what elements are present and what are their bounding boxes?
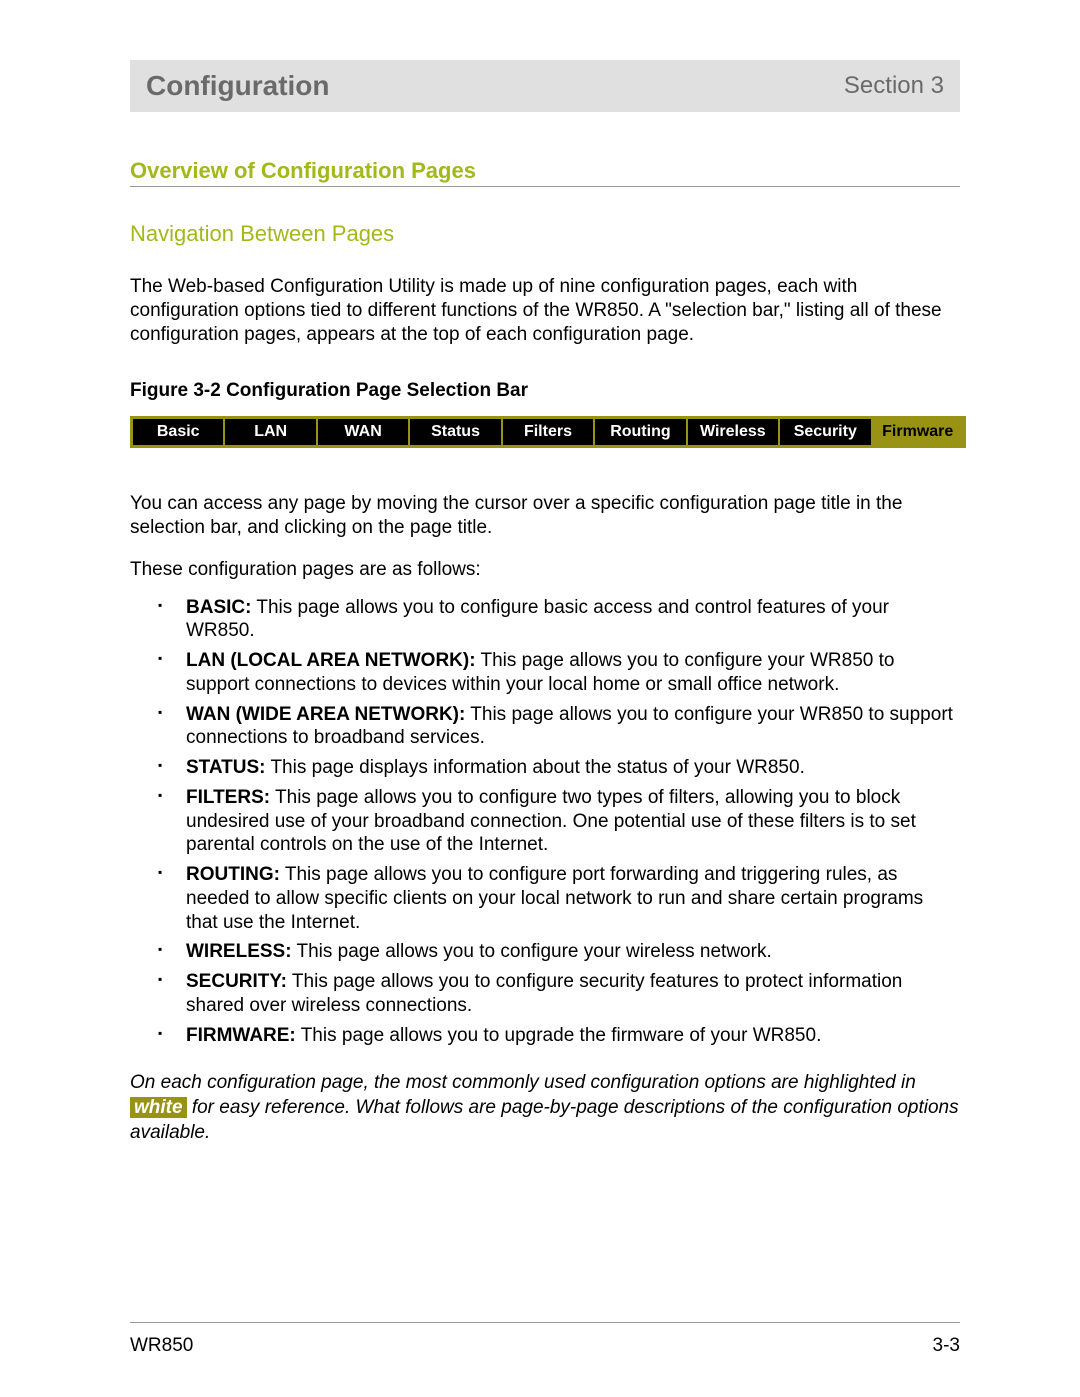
list-term: FIRMWARE: bbox=[186, 1025, 296, 1046]
list-item: SECURITY: This page allows you to config… bbox=[158, 970, 960, 1018]
access-paragraph: You can access any page by moving the cu… bbox=[130, 492, 960, 540]
footer-left: WR850 bbox=[130, 1335, 193, 1357]
italic-note: On each configuration page, the most com… bbox=[130, 1071, 960, 1145]
list-term: SECURITY: bbox=[186, 971, 287, 992]
list-desc: This page allows you to configure port f… bbox=[186, 864, 923, 933]
tab-basic[interactable]: Basic bbox=[133, 419, 225, 445]
white-highlight: white bbox=[130, 1097, 187, 1118]
header-section: Section 3 bbox=[844, 72, 944, 100]
config-list: BASIC: This page allows you to configure… bbox=[130, 596, 960, 1048]
list-item: FIRMWARE: This page allows you to upgrad… bbox=[158, 1024, 960, 1048]
tab-lan[interactable]: LAN bbox=[225, 419, 317, 445]
tab-firmware[interactable]: Firmware bbox=[873, 419, 963, 445]
list-item: STATUS: This page displays information a… bbox=[158, 756, 960, 780]
list-term: ROUTING: bbox=[186, 864, 280, 885]
tab-wan[interactable]: WAN bbox=[318, 419, 410, 445]
list-term: WAN (WIDE AREA NETWORK): bbox=[186, 704, 465, 725]
follows-paragraph: These configuration pages are as follows… bbox=[130, 558, 960, 582]
footer-rule bbox=[130, 1322, 960, 1323]
list-item: WAN (WIDE AREA NETWORK): This page allow… bbox=[158, 703, 960, 751]
list-desc: This page allows you to upgrade the firm… bbox=[296, 1025, 822, 1046]
tab-filters[interactable]: Filters bbox=[503, 419, 595, 445]
list-desc: This page allows you to configure your w… bbox=[292, 941, 772, 962]
list-term: WIRELESS: bbox=[186, 941, 292, 962]
header-title: Configuration bbox=[146, 70, 330, 102]
list-item: FILTERS: This page allows you to configu… bbox=[158, 786, 960, 857]
sub-heading: Navigation Between Pages bbox=[130, 221, 960, 247]
list-desc: This page allows you to configure securi… bbox=[186, 971, 902, 1016]
header-bar: Configuration Section 3 bbox=[130, 60, 960, 112]
list-desc: This page allows you to configure basic … bbox=[186, 597, 889, 642]
note-suffix: for easy reference. What follows are pag… bbox=[130, 1097, 959, 1143]
note-prefix: On each configuration page, the most com… bbox=[130, 1072, 916, 1093]
list-term: STATUS: bbox=[186, 757, 266, 778]
list-desc: This page allows you to configure two ty… bbox=[186, 787, 916, 856]
tab-security[interactable]: Security bbox=[780, 419, 872, 445]
tab-status[interactable]: Status bbox=[410, 419, 502, 445]
tab-routing[interactable]: Routing bbox=[595, 419, 687, 445]
tab-wireless[interactable]: Wireless bbox=[688, 419, 780, 445]
list-item: ROUTING: This page allows you to configu… bbox=[158, 863, 960, 934]
list-item: LAN (LOCAL AREA NETWORK): This page allo… bbox=[158, 649, 960, 697]
list-term: BASIC: bbox=[186, 597, 251, 618]
list-term: LAN (LOCAL AREA NETWORK): bbox=[186, 650, 476, 671]
footer: WR850 3-3 bbox=[130, 1335, 960, 1357]
figure-caption: Figure 3-2 Configuration Page Selection … bbox=[130, 380, 960, 402]
list-item: BASIC: This page allows you to configure… bbox=[158, 596, 960, 644]
section-heading: Overview of Configuration Pages bbox=[130, 158, 960, 187]
list-desc: This page displays information about the… bbox=[266, 757, 805, 778]
selection-bar: Basic LAN WAN Status Filters Routing Wir… bbox=[130, 416, 966, 448]
list-item: WIRELESS: This page allows you to config… bbox=[158, 940, 960, 964]
intro-paragraph: The Web-based Configuration Utility is m… bbox=[130, 275, 960, 346]
list-term: FILTERS: bbox=[186, 787, 270, 808]
footer-right: 3-3 bbox=[933, 1335, 960, 1357]
document-page: Configuration Section 3 Overview of Conf… bbox=[0, 0, 1080, 1397]
